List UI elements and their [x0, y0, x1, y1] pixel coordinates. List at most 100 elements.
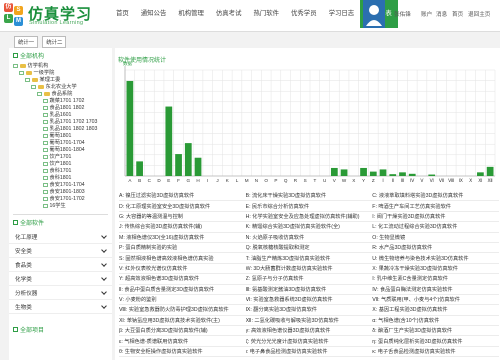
tree-node[interactable]: 某理工委	[25, 77, 60, 83]
tree-checkbox[interactable]	[43, 189, 48, 195]
brand-logo[interactable]: 仿 S L M 仿真学习 Simulation Learning	[4, 3, 102, 29]
software-entry[interactable]: C: 液液萃取填料塔实验3D虚拟仿真软件	[372, 192, 499, 199]
software-category[interactable]: 化工原理	[9, 230, 112, 244]
software-entry[interactable]: F: 啤酒生产车间工艺仿真实验软件	[372, 203, 499, 210]
tree-node[interactable]: 乳品1601	[43, 112, 71, 118]
software-entry[interactable]: P: 蛋白质精制实验的实验	[119, 244, 246, 251]
tree-node[interactable]: 食品1801 1802	[43, 105, 84, 111]
software-category[interactable]: 化学类	[9, 272, 112, 286]
software-entry[interactable]: α: 气相色谱(含10个)仿真软件	[372, 317, 499, 324]
tree-checkbox[interactable]	[43, 154, 48, 160]
tree-checkbox[interactable]	[43, 147, 48, 153]
tree-node[interactable]: 葡萄1801	[43, 133, 71, 139]
tree-checkbox[interactable]	[43, 182, 48, 188]
software-entry[interactable]: Ⅸ: 翻分离实验3D虚拟仿真软件	[246, 306, 373, 313]
software-entry[interactable]: Ⅵ: 实验室急救器系统3D虚拟仿真软件	[246, 296, 373, 303]
tree-node[interactable]: 乳品1801 1802 1803	[43, 126, 97, 132]
nav-item[interactable]: 首页	[110, 0, 135, 28]
message-link[interactable]: 消息	[436, 10, 447, 18]
software-entry[interactable]: G: 大容器的等温测温与控制	[119, 213, 246, 220]
software-entry[interactable]: Ⅰ: 乳中维生素C含量测定仿真软件	[372, 275, 499, 282]
nav-item[interactable]: 热门软件	[247, 0, 285, 28]
project-section-title[interactable]: 全部项目	[9, 322, 112, 337]
tree-node[interactable]: 一级学院	[19, 70, 54, 76]
tree-node[interactable]: 食安1801-1803	[43, 189, 85, 195]
tab-stat-two[interactable]: 统计二	[42, 36, 67, 48]
software-entry[interactable]: Ⅴ: 小麦粉的鉴别	[119, 296, 246, 303]
software-entry[interactable]: D: 化工原理实验室安全3D虚拟仿真软件	[119, 203, 246, 210]
software-entry[interactable]: O: 生物显微镜	[372, 234, 499, 241]
tab-stat-one[interactable]: 统计一	[14, 36, 39, 48]
nav-item[interactable]: 学习日志	[323, 0, 361, 28]
software-category[interactable]: 食品类	[9, 258, 112, 272]
home-link[interactable]: 首页	[452, 10, 463, 18]
software-entry[interactable]: X: 果蔬冷冻干燥实验3D虚拟仿真软件	[372, 265, 499, 272]
software-entry[interactable]: Ⅳ: 食品蛋白酶法测定仿真实验软件	[372, 286, 499, 293]
nav-item[interactable]: 优秀学员	[285, 0, 323, 28]
software-entry[interactable]: θ: 生物安全柜操作虚拟仿真实验软件	[119, 348, 246, 355]
software-entry[interactable]: E: 民乐市综合分析仿真软件	[246, 203, 373, 210]
software-category[interactable]: 分析仪器	[9, 286, 112, 300]
user-avatar-icon[interactable]	[363, 0, 385, 28]
tree-checkbox[interactable]	[43, 196, 48, 202]
software-entry[interactable]: Ⅻ: 二氢化碳吸收与解吸实验3D仿真软件	[246, 317, 373, 324]
software-entry[interactable]: Ⅲ: 氨基酸测定酱油3D虚拟仿真软件	[246, 286, 373, 293]
software-entry[interactable]: Ⅹ: 基因工程实验3D虚拟仿真软件	[372, 306, 499, 313]
tree-node[interactable]: 16学生	[43, 203, 66, 209]
software-category[interactable]: 生物类	[9, 300, 112, 314]
software-entry[interactable]: B: 流化床干燥实验3D虚拟仿真软件	[246, 192, 373, 199]
software-entry[interactable]: κ: 电子舌食品检测虚拟仿真实验软件	[372, 348, 499, 355]
software-entry[interactable]: Ⅱ: 食品中蛋白质含量测定3D虚拟仿真软件	[119, 286, 246, 293]
tree-checkbox[interactable]	[43, 126, 48, 132]
tree-checkbox[interactable]	[43, 175, 48, 181]
tree-checkbox[interactable]	[43, 203, 48, 209]
tree-checkbox[interactable]	[31, 84, 36, 90]
software-entry[interactable]: S: 固然相液相色谱高效液相色谱仿真实验	[119, 255, 246, 262]
software-entry[interactable]: I: 阀门干燥实验3D虚拟仿真软件	[372, 213, 499, 220]
software-entry[interactable]: δ: 酿酒厂生产实验3D虚拟仿真软件	[372, 327, 499, 334]
tree-node[interactable]: 仿学机构	[13, 63, 48, 69]
software-entry[interactable]: Y: 超高效液相色谱3D虚拟仿真软件	[119, 275, 246, 282]
software-entry[interactable]: A: 镍压过滤实验3D虚拟仿真软件	[119, 192, 246, 199]
tree-checkbox[interactable]	[37, 91, 42, 97]
software-category[interactable]: 安全类	[9, 244, 112, 258]
nav-item[interactable]: 机构管理	[172, 0, 210, 28]
tree-node[interactable]: 食科1701	[43, 168, 71, 174]
tree-checkbox[interactable]	[43, 98, 48, 104]
tree-node[interactable]: 食安1701-1704	[43, 182, 85, 188]
org-section-title[interactable]: 全部机构	[9, 48, 112, 63]
software-entry[interactable]: V: 红外仪表校光谱仪仿真软件	[119, 265, 246, 272]
tree-node[interactable]: 饮产1701	[43, 154, 71, 160]
software-entry[interactable]: K: 精馏综合实验3D虚拟仿真实验软件(全)	[246, 223, 373, 230]
tree-checkbox[interactable]	[43, 161, 48, 167]
software-entry[interactable]: N: 火焰原子吸收仿真软件	[246, 234, 373, 241]
software-entry[interactable]: Z: 氢原子与分子仿真软件	[246, 275, 373, 282]
tree-node[interactable]: 葡萄1801-1804	[43, 147, 85, 153]
nav-item[interactable]: 通知公告	[135, 0, 173, 28]
tree-checkbox[interactable]	[25, 77, 30, 83]
tree-checkbox[interactable]	[43, 112, 48, 118]
tree-checkbox[interactable]	[43, 140, 48, 146]
software-entry[interactable]: Q: 脱氧核糖核酸提取和测定	[246, 244, 373, 251]
tree-node[interactable]: 食安1701-1702	[43, 196, 85, 202]
tree-checkbox[interactable]	[43, 168, 48, 174]
software-entry[interactable]: Ⅷ: 实验室急救器防火防毒护理3D虚拟仿真软件	[119, 306, 246, 313]
tree-checkbox[interactable]	[43, 119, 48, 125]
software-entry[interactable]: T: 油脂生产精炼3D虚拟仿真实验软件	[246, 255, 373, 262]
tree-node[interactable]: 乳品1701 1702 1703	[43, 119, 97, 125]
login-home-link[interactable]: 退回主页	[468, 10, 490, 18]
tree-node[interactable]: 蔬菜1701 1702	[43, 98, 84, 104]
software-entry[interactable]: γ: 高效液相色谱仪器3D虚拟仿真软件	[246, 327, 373, 334]
software-entry[interactable]: L: 化工流动过程综合实验3D仿真软件	[372, 223, 499, 230]
software-entry[interactable]: η: 蛋白质纯化层析实验3D虚拟仿真软件	[372, 338, 499, 345]
software-entry[interactable]: ε: 气相色谱-质谱联用仿真软件	[119, 338, 246, 345]
software-entry[interactable]: H: 化学实验室安全及应急处理虚拟仿真软件(辅助)	[246, 213, 373, 220]
software-section-title[interactable]: 全部软件	[9, 215, 112, 230]
software-entry[interactable]: U: 微生物培养与染色技术实验3D仿真软件	[372, 255, 499, 262]
software-entry[interactable]: ζ: 荧光分光光度计虚拟仿真实验软件	[246, 338, 373, 345]
tree-node[interactable]: 食品系院	[37, 91, 72, 97]
tree-node[interactable]: 葡萄1701-1704	[43, 140, 85, 146]
nav-item[interactable]: 仿真考试	[210, 0, 248, 28]
tree-checkbox[interactable]	[19, 70, 24, 76]
account-link[interactable]: 账户	[421, 10, 432, 18]
